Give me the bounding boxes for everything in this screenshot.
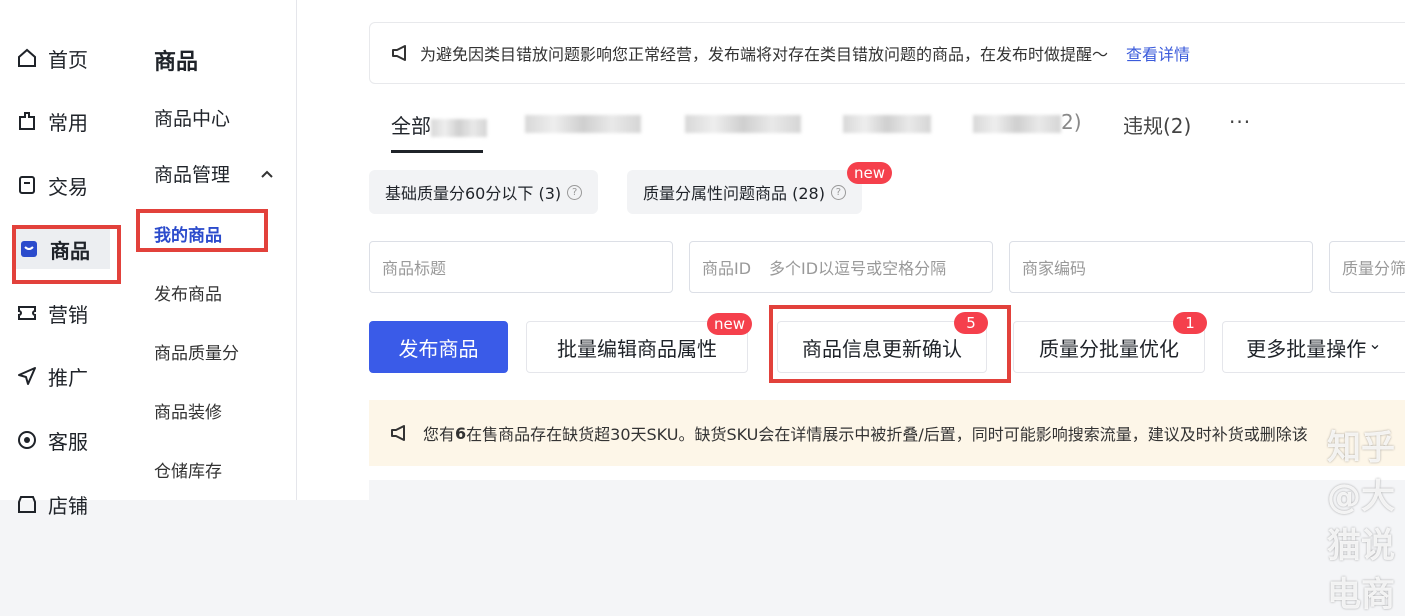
out-of-stock-warning-bar: 您有 6 在售商品存在缺货超30天SKU。缺货SKU会在详情展示中被折叠/后置，… <box>369 400 1405 466</box>
subnav-item-product-center[interactable]: 商品中心 <box>154 104 230 131</box>
new-badge: new <box>707 313 753 335</box>
order-icon <box>16 174 38 196</box>
chat-icon <box>16 429 38 451</box>
megaphone-icon <box>389 423 409 443</box>
product-title-input[interactable]: 商品标题 <box>369 241 673 293</box>
count-badge: 1 <box>1173 312 1207 334</box>
secondary-sidebar: 商品 商品中心 商品管理 我的商品 发布商品 商品质量分 商品装修 仓储库存 <box>134 0 297 500</box>
primary-sidebar: 首页 常用 交易 商品 营销 推广 客服 店铺 <box>0 0 134 518</box>
subnav-title: 商品 <box>154 50 199 75</box>
nav-label-service: 客服 <box>48 429 88 454</box>
chip-label: 基础质量分60分以下 (3) <box>385 184 562 203</box>
blurred-tab-label <box>973 114 1061 133</box>
tab-blurred-3[interactable] <box>685 110 801 134</box>
help-icon[interactable]: ? <box>567 184 583 200</box>
nav-label-product: 商品 <box>50 238 90 263</box>
tab-violation[interactable]: 违规(2) <box>1123 110 1191 139</box>
blurred-tab-label <box>685 114 801 133</box>
chevron-up-icon <box>260 164 274 186</box>
publish-product-button[interactable]: 发布商品 <box>369 321 508 373</box>
home-icon <box>16 47 38 69</box>
nav-label-marketing: 营销 <box>48 302 88 327</box>
megaphone-icon <box>390 43 410 63</box>
product-icon <box>18 238 40 260</box>
tab-blurred-5[interactable]: 2) <box>973 110 1082 134</box>
tab-blurred-4[interactable] <box>843 110 931 134</box>
subnav-leaf-inventory[interactable]: 仓储库存 <box>154 457 222 482</box>
nav-item-product[interactable]: 商品 <box>14 229 110 269</box>
subnav-leaf-my-products[interactable]: 我的商品 <box>154 221 222 246</box>
product-id-placeholder: 多个ID以逗号或空格分隔 <box>769 259 947 278</box>
new-badge: new <box>847 162 893 184</box>
next-section-strip <box>369 480 1405 500</box>
nav-label-common: 常用 <box>48 110 88 135</box>
category-notice-bar: 为避免因类目错放问题影响您正常经营，发布端将对存在类目错放问题的商品，在发布时做… <box>369 22 1405 84</box>
tab-blurred-2[interactable] <box>525 110 641 134</box>
nav-label-home: 首页 <box>48 47 88 72</box>
merchant-code-placeholder: 商家编码 <box>1022 259 1087 278</box>
quality-score-placeholder: 质量分筛 <box>1342 259 1405 278</box>
more-batch-ops-label: 更多批量操作 <box>1246 336 1367 361</box>
subnav-item-product-management[interactable]: 商品管理 <box>154 160 282 187</box>
subnav-leaf-decoration[interactable]: 商品装修 <box>154 398 222 423</box>
nav-label-store: 店铺 <box>48 493 88 518</box>
product-status-tabs: 全部 2) 违规(2) ··· <box>369 100 1405 156</box>
tab-5-suffix: 2) <box>1061 110 1082 134</box>
count-badge: 5 <box>954 312 988 334</box>
send-icon <box>16 365 38 387</box>
notice-text: 为避免因类目错放问题影响您正常经营，发布端将对存在类目错放问题的商品，在发布时做… <box>420 45 1109 64</box>
chip-low-quality-score[interactable]: 基础质量分60分以下 (3) ? <box>369 170 599 214</box>
chip-label: 质量分属性问题商品 (28) <box>643 184 825 203</box>
active-tab-underline <box>391 150 483 153</box>
nav-item-trade[interactable]: 交易 <box>16 165 116 205</box>
nav-item-service[interactable]: 客服 <box>16 420 116 460</box>
subnav-leaf-quality-score[interactable]: 商品质量分 <box>154 339 239 364</box>
more-batch-ops-button[interactable]: 更多批量操作 ⌄ <box>1222 321 1405 373</box>
subnav-leaf-publish[interactable]: 发布商品 <box>154 280 222 305</box>
tab-all-label: 全部 <box>391 114 431 138</box>
product-id-input[interactable]: 商品ID 多个ID以逗号或空格分隔 <box>689 241 993 293</box>
watermark-text: 知乎 @大猫说电商 <box>1327 428 1395 615</box>
warning-count: 6 <box>455 423 467 443</box>
blurred-tab-label <box>843 114 931 133</box>
main-content: 为避免因类目错放问题影响您正常经营，发布端将对存在类目错放问题的商品，在发布时做… <box>297 0 1405 615</box>
warning-text: 在售商品存在缺货超30天SKU。缺货SKU会在详情展示中被折叠/后置，同时可能影… <box>466 425 1308 444</box>
merchant-code-input[interactable]: 商家编码 <box>1009 241 1313 293</box>
more-tabs-button[interactable]: ··· <box>1229 110 1251 134</box>
nav-item-common[interactable]: 常用 <box>16 101 116 141</box>
chip-quality-attribute-issues[interactable]: 质量分属性问题商品 (28) ? <box>627 170 862 214</box>
nav-item-marketing[interactable]: 营销 <box>16 293 116 333</box>
bookmark-icon <box>16 110 38 132</box>
store-icon <box>16 493 38 515</box>
product-id-label: 商品ID <box>702 259 752 278</box>
blurred-tab-label <box>525 114 641 133</box>
product-title-placeholder: 商品标题 <box>382 259 447 278</box>
nav-label-trade: 交易 <box>48 174 88 199</box>
subnav-item-label: 商品管理 <box>154 164 231 186</box>
warning-prefix: 您有 <box>423 425 456 444</box>
quality-score-filter[interactable]: 质量分筛 <box>1329 241 1405 293</box>
nav-item-store[interactable]: 店铺 <box>16 484 116 524</box>
tab-all[interactable]: 全部 <box>391 110 487 139</box>
ticket-icon <box>16 302 38 324</box>
help-icon[interactable]: ? <box>830 184 846 200</box>
chevron-down-icon: ⌄ <box>1368 333 1382 353</box>
view-details-link[interactable]: 查看详情 <box>1126 41 1190 65</box>
blurred-count <box>431 118 487 137</box>
nav-item-home[interactable]: 首页 <box>16 38 116 78</box>
nav-label-promotion: 推广 <box>48 365 88 390</box>
nav-item-promotion[interactable]: 推广 <box>16 356 116 396</box>
